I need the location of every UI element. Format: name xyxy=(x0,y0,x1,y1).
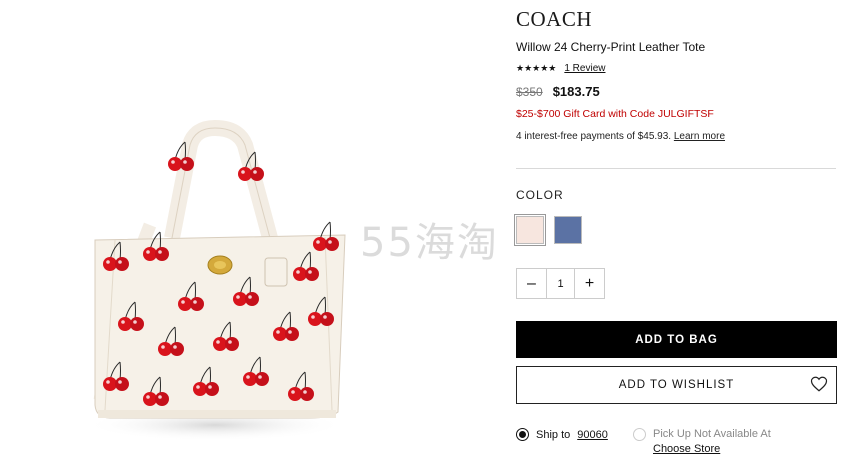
promo-text: $25-$700 Gift Card with Code JULGIFTSF xyxy=(516,108,714,120)
sale-price: $183.75 xyxy=(552,84,600,99)
pickup-label: Pick Up Not Available At xyxy=(653,428,771,440)
ship-label: Ship to xyxy=(536,428,571,441)
swatch-chalk[interactable] xyxy=(514,214,546,246)
pickup-option: Pick Up Not Available At Choose Store xyxy=(633,428,771,455)
color-swatches xyxy=(514,214,582,246)
learn-more-link[interactable]: Learn more xyxy=(674,131,725,142)
rating-row: ★★★★★ 1 Review xyxy=(516,63,605,74)
price-row: $350 $183.75 xyxy=(516,84,600,99)
ship-radio[interactable] xyxy=(516,428,529,441)
quantity-value[interactable]: 1 xyxy=(546,269,575,298)
swatch-blue[interactable] xyxy=(554,216,582,244)
pickup-radio xyxy=(633,428,646,441)
star-rating-icon: ★★★★★ xyxy=(516,63,557,73)
color-label: COLOR xyxy=(516,188,564,202)
zip-link[interactable]: 90060 xyxy=(577,429,608,441)
ship-option[interactable]: Ship to 90060 xyxy=(516,428,608,441)
watermark: 55海淘 xyxy=(360,220,499,266)
product-details: COACH Willow 24 Cherry-Print Leather Tot… xyxy=(514,0,838,469)
quantity-decrease-button[interactable]: – xyxy=(517,269,546,298)
installment-info: 4 interest-free payments of $45.93. Lear… xyxy=(516,131,725,142)
divider xyxy=(516,168,836,169)
quantity-increase-button[interactable]: + xyxy=(575,269,604,298)
review-link[interactable]: 1 Review xyxy=(564,63,605,74)
add-to-wishlist-label: ADD TO WISHLIST xyxy=(618,379,735,391)
add-to-wishlist-button[interactable]: ADD TO WISHLIST xyxy=(516,366,837,404)
quantity-stepper: – 1 + xyxy=(516,268,605,299)
product-title: Willow 24 Cherry-Print Leather Tote xyxy=(516,40,706,54)
original-price: $350 xyxy=(516,85,543,99)
brand-logo[interactable]: COACH xyxy=(516,7,592,32)
heart-icon[interactable] xyxy=(810,375,828,393)
add-to-bag-button[interactable]: ADD TO BAG xyxy=(516,321,837,358)
installment-text: 4 interest-free payments of $45.93. xyxy=(516,131,672,142)
choose-store-link[interactable]: Choose Store xyxy=(653,443,771,455)
